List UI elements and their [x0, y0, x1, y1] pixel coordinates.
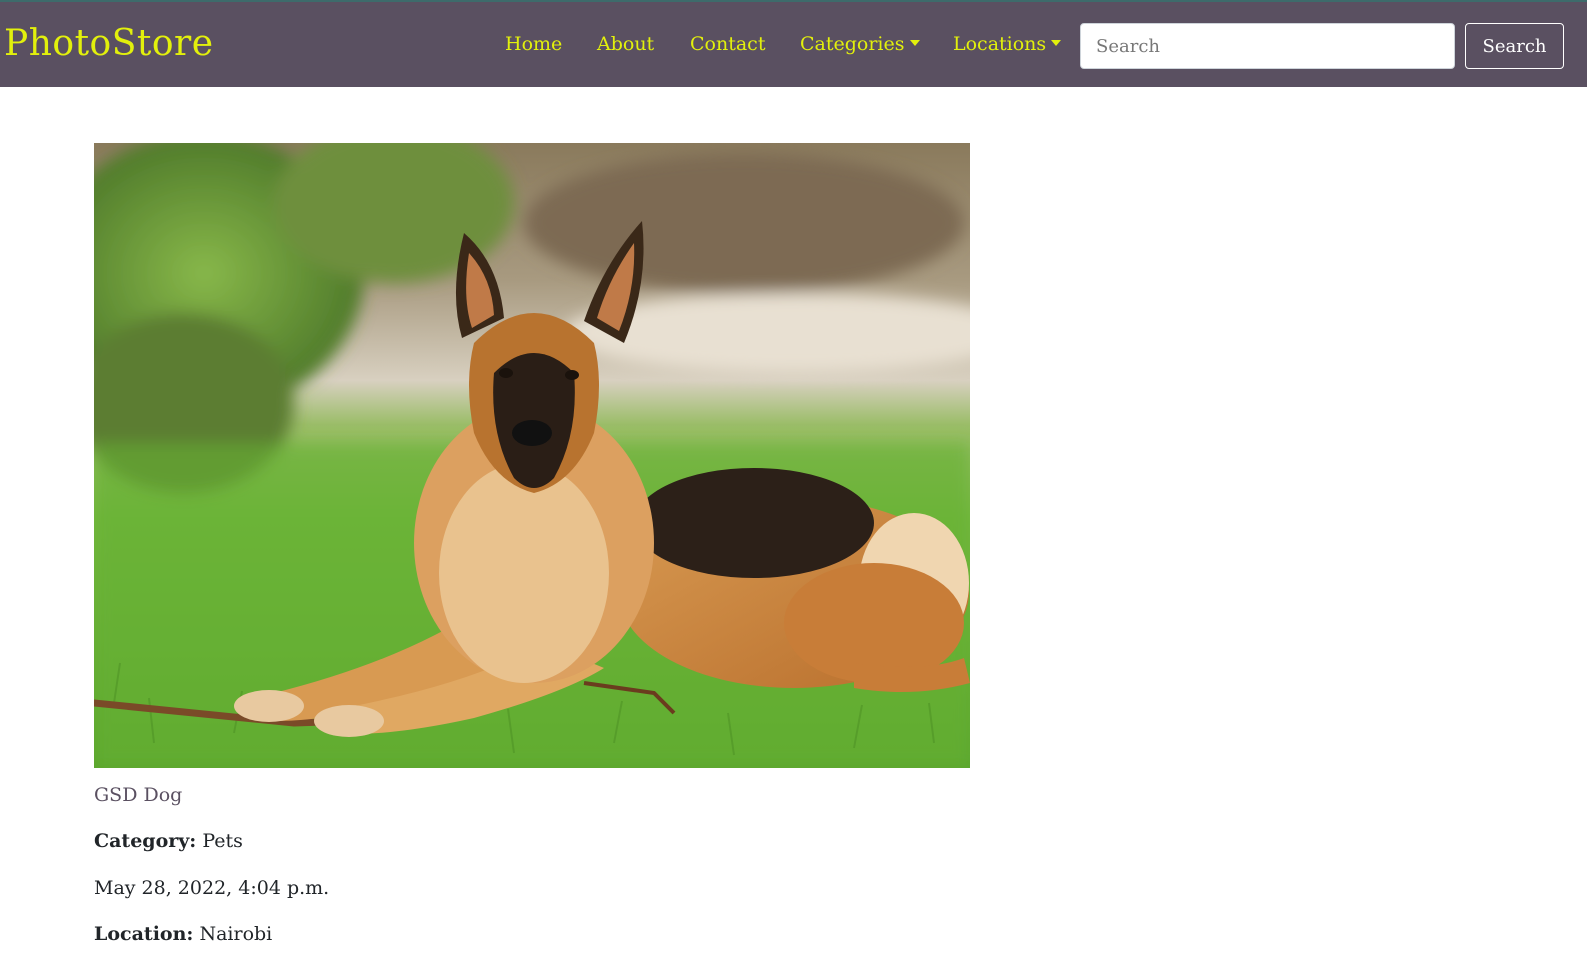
nav-dropdown-categories-label: Categories	[800, 33, 905, 55]
nav-link-contact[interactable]: Contact	[690, 30, 765, 58]
category-label: Category:	[94, 830, 197, 852]
brand-logo-link[interactable]: PhotoStore	[4, 22, 214, 66]
dog-photo	[94, 143, 970, 768]
nav-link-about[interactable]: About	[597, 30, 654, 58]
location-value: Nairobi	[199, 923, 273, 945]
image-location: Location: Nairobi	[94, 920, 272, 948]
search-button[interactable]: Search	[1465, 23, 1564, 69]
nav-dropdown-categories[interactable]: Categories	[800, 30, 920, 58]
image-category: Category: Pets	[94, 827, 243, 855]
dog-photo-illustration	[94, 143, 970, 768]
caret-down-icon	[1051, 40, 1062, 46]
nav-link-home[interactable]: Home	[505, 30, 562, 58]
nav-dropdown-locations-label: Locations	[953, 33, 1047, 55]
location-label: Location:	[94, 923, 194, 945]
nav-dropdown-locations[interactable]: Locations	[953, 30, 1062, 58]
caret-down-icon	[909, 40, 920, 46]
image-date: May 28, 2022, 4:04 p.m.	[94, 877, 330, 899]
navbar: PhotoStore Home About Contact Categories…	[0, 0, 1587, 87]
image-name: GSD Dog	[94, 784, 183, 806]
search-input[interactable]	[1080, 23, 1455, 69]
category-value: Pets	[202, 830, 243, 852]
